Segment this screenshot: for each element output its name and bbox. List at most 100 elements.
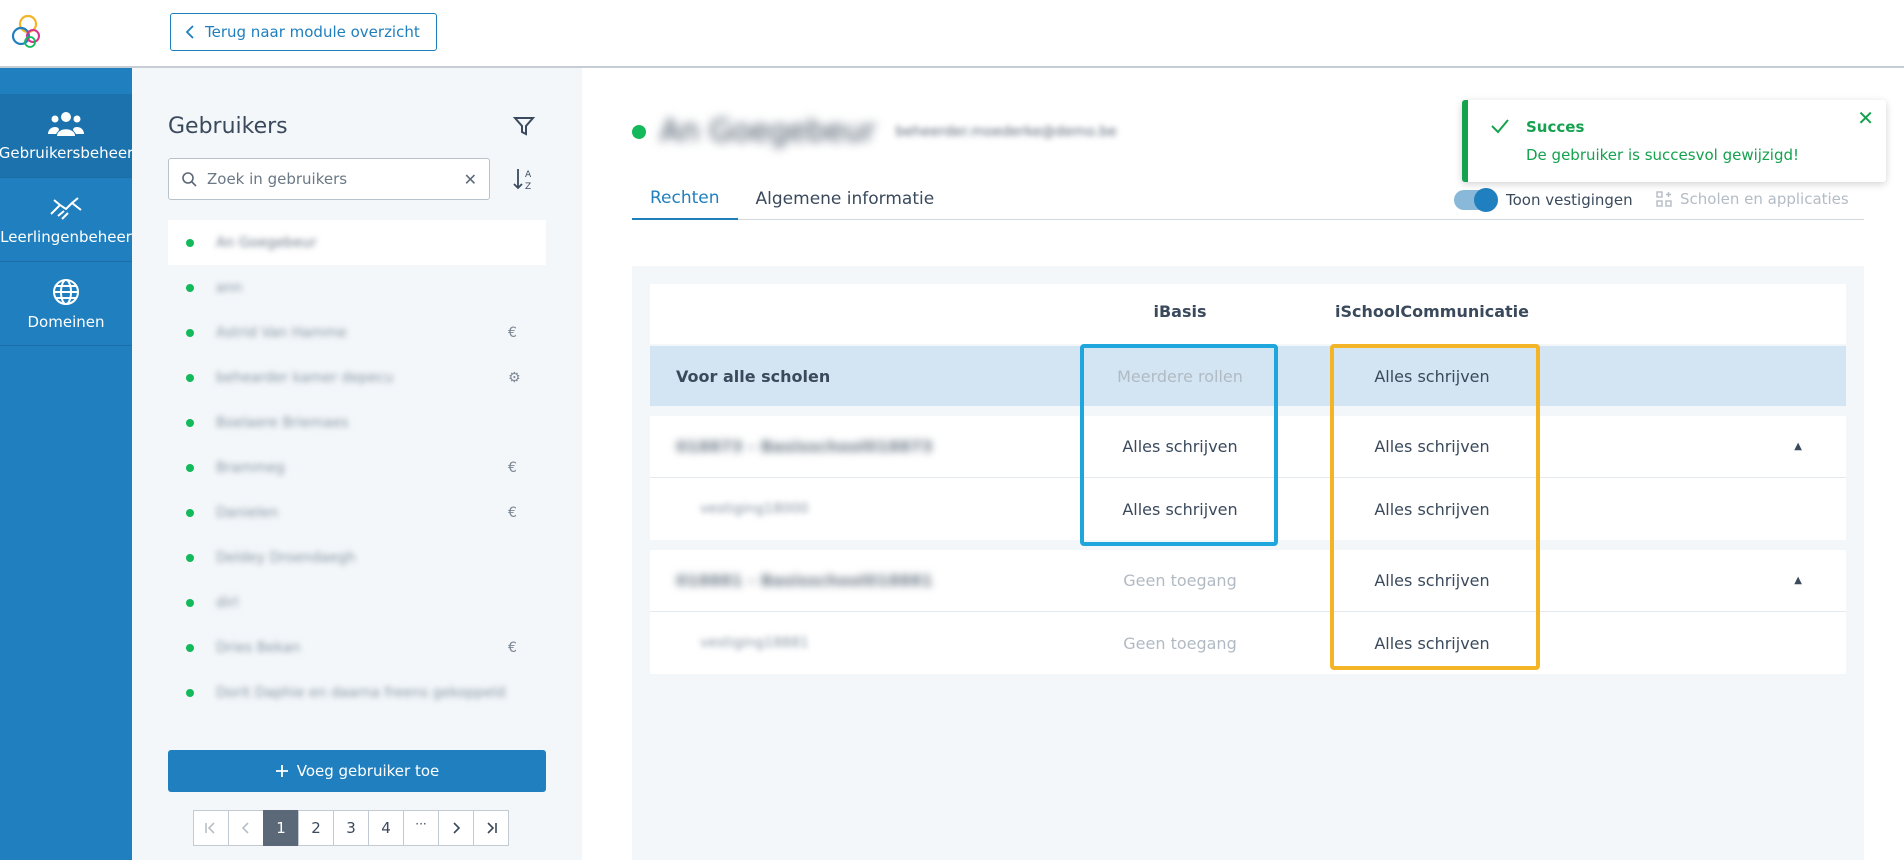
user-name: Danielen [216, 504, 279, 521]
nav-item-domeinen[interactable]: Domeinen [0, 262, 132, 346]
nav-label: Leerlingenbeheer [0, 227, 132, 246]
user-name: Dries Bekan [216, 639, 301, 656]
rights-cell-ibasis[interactable]: Geen toegang [1080, 550, 1280, 611]
search-input[interactable]: Zoek in gebruikers ✕ [168, 158, 490, 200]
user-name: ann [216, 279, 243, 296]
list-item[interactable]: An Goegebeur [168, 220, 546, 265]
top-bar: Terug naar module overzicht [0, 0, 1904, 68]
chevron-right-icon [453, 822, 460, 834]
list-item[interactable]: ann [168, 265, 546, 310]
panel-title: Gebruikers [168, 114, 288, 139]
toast-title: Succes [1526, 118, 1585, 136]
status-dot [186, 463, 194, 472]
success-toast: Succes De gebruiker is succesvol gewijzi… [1462, 100, 1886, 182]
plus-icon [275, 765, 288, 777]
user-email: beheerder.moederke@demo.be [895, 123, 1117, 140]
user-header: An Goegebeur beheerder.moederke@demo.be [632, 114, 1117, 149]
add-user-button[interactable]: Voeg gebruiker toe [168, 750, 546, 792]
page-button[interactable]: 2 [298, 810, 334, 846]
list-item[interactable]: Astrid Van Hamme € [168, 310, 546, 355]
user-name: An Goegebeur [216, 234, 317, 251]
show-branches-toggle[interactable]: Toon vestigingen [1454, 188, 1633, 212]
user-name: behearder kamer depecu [216, 369, 394, 386]
table-row-school: 018881 - Basisschool018881 Geen toegang … [650, 550, 1846, 612]
chevron-left-icon [242, 822, 249, 834]
svg-text:A: A [525, 170, 532, 180]
page-button[interactable]: 3 [333, 810, 369, 846]
user-title: An Goegebeur [660, 114, 876, 149]
user-name: Boelaere Briemaes [216, 414, 349, 431]
ibasis-highlight-box [1080, 344, 1278, 546]
nav-label: Domeinen [27, 312, 105, 331]
status-dot [186, 508, 194, 517]
status-dot [186, 373, 194, 382]
column-header-ischoolcommunicatie: iSchoolCommunicatie [1335, 302, 1529, 321]
page-button[interactable]: 1 [263, 810, 299, 846]
checkmark-icon [1491, 119, 1509, 134]
toggle-label: Toon vestigingen [1506, 191, 1633, 209]
tab-rechten[interactable]: Rechten [632, 178, 738, 220]
gear-icon: ⚙ [508, 369, 521, 386]
ischoolcommunicatie-highlight-box [1330, 344, 1540, 670]
toggle-switch[interactable] [1454, 188, 1498, 212]
list-item[interactable]: Danielen € [168, 490, 546, 535]
pagination: 1 2 3 4 ··· [193, 810, 509, 846]
nav-label: Gebruikersbeheer [0, 143, 134, 162]
rights-cell-ibasis[interactable]: Geen toegang [1080, 612, 1280, 674]
nav-item-leerlingenbeheer[interactable]: Leerlingenbeheer [0, 178, 132, 262]
clear-search-icon[interactable]: ✕ [464, 170, 477, 189]
svg-text:Z: Z [525, 182, 531, 192]
row-label: vestiging18000 [700, 501, 809, 517]
nav-item-gebruikersbeheer[interactable]: Gebruikersbeheer [0, 94, 134, 178]
app-logo-icon[interactable] [8, 12, 48, 52]
column-header-ibasis: iBasis [1153, 302, 1207, 321]
prev-page-button[interactable] [228, 810, 264, 846]
user-name: Astrid Van Hamme [216, 324, 347, 341]
euro-icon: € [508, 459, 517, 476]
user-name: Brammeg [216, 459, 285, 476]
list-item[interactable]: Boelaere Briemaes [168, 400, 546, 445]
table-row-branch: vestiging18881 Geen toegang Alles schrij… [650, 612, 1846, 674]
status-dot [186, 328, 194, 337]
euro-icon: € [508, 324, 517, 341]
first-page-button[interactable] [193, 810, 229, 846]
add-user-label: Voeg gebruiker toe [296, 762, 440, 780]
list-item[interactable]: Dries Bekan € [168, 625, 546, 670]
status-dot [186, 418, 194, 427]
next-page-button[interactable] [438, 810, 474, 846]
more-pages-button[interactable]: ··· [403, 810, 439, 846]
schools-apps-button[interactable]: Scholen en applicaties [1656, 190, 1849, 208]
globe-icon [53, 278, 79, 305]
grid-add-icon [1656, 191, 1672, 207]
list-item[interactable]: Deldey Droendaegh [168, 535, 546, 580]
last-page-button[interactable] [473, 810, 509, 846]
close-icon[interactable]: ✕ [1857, 106, 1874, 130]
list-item[interactable]: Dorit Daphie en daarna freens gekoppeld [168, 670, 546, 715]
chevron-left-icon [185, 25, 194, 39]
tab-algemene-informatie[interactable]: Algemene informatie [738, 178, 953, 220]
status-dot [632, 124, 646, 139]
list-item[interactable]: dirl [168, 580, 546, 625]
collapse-caret-icon[interactable]: ▲ [1794, 550, 1802, 611]
main-navigation: Gebruikersbeheer Leerlingenbeheer Domein… [0, 68, 134, 860]
first-page-icon [205, 822, 215, 834]
users-icon [48, 111, 84, 136]
table-header: iBasis iSchoolCommunicatie [650, 284, 1846, 344]
page-button[interactable]: 4 [368, 810, 404, 846]
list-item[interactable]: behearder kamer depecu ⚙ [168, 355, 546, 400]
list-item[interactable]: Brammeg € [168, 445, 546, 490]
user-list-panel: Gebruikers Zoek in gebruikers ✕ A Z An G… [132, 68, 582, 860]
handshake-icon [50, 196, 82, 220]
user-name: dirl [216, 594, 239, 611]
euro-icon: € [508, 639, 517, 656]
euro-icon: € [508, 504, 517, 521]
filter-icon[interactable] [512, 114, 536, 138]
sort-az-icon[interactable]: A Z [512, 166, 536, 192]
user-name: Dorit Daphie en daarna freens gekoppeld [216, 684, 506, 701]
user-list: An Goegebeur ann Astrid Van Hamme € behea… [168, 220, 546, 715]
collapse-caret-icon[interactable]: ▲ [1794, 416, 1802, 477]
search-icon [182, 172, 197, 187]
status-dot [186, 238, 194, 247]
status-dot [186, 688, 194, 697]
back-to-modules-button[interactable]: Terug naar module overzicht [170, 13, 437, 51]
